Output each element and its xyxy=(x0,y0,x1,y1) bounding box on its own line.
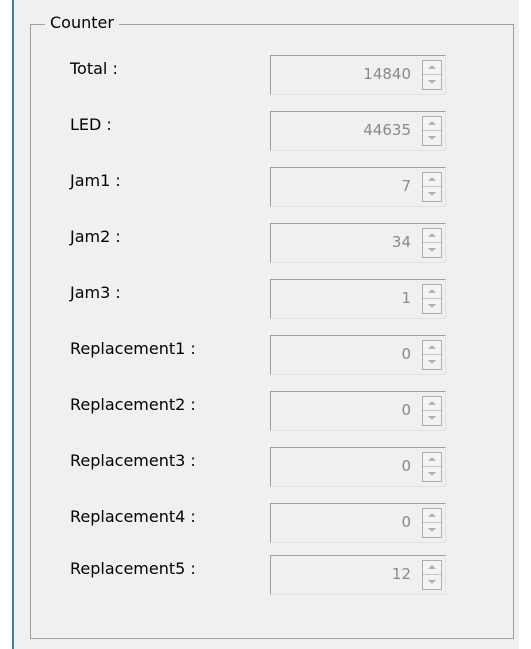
jam1-value[interactable]: 7 xyxy=(401,177,411,195)
replacement1-increment-button[interactable] xyxy=(423,341,441,355)
arrow-down-icon xyxy=(428,304,436,308)
jam1-label: Jam1 : xyxy=(70,171,121,190)
arrow-down-icon xyxy=(428,528,436,532)
jam1-increment-button[interactable] xyxy=(423,173,441,187)
replacement2-label: Replacement2 : xyxy=(70,395,196,414)
total-increment-button[interactable] xyxy=(423,61,441,75)
jam1-decrement-button[interactable] xyxy=(423,187,441,201)
led-decrement-button[interactable] xyxy=(423,131,441,145)
counter-row-replacement3: Replacement3 : 0 xyxy=(0,447,531,493)
jam1-spinner[interactable]: 7 xyxy=(270,167,446,207)
replacement1-label: Replacement1 : xyxy=(70,339,196,358)
replacement1-value[interactable]: 0 xyxy=(401,345,411,363)
arrow-up-icon xyxy=(428,289,436,293)
counter-row-replacement1: Replacement1 : 0 xyxy=(0,335,531,381)
led-increment-button[interactable] xyxy=(423,117,441,131)
replacement1-decrement-button[interactable] xyxy=(423,355,441,369)
arrow-down-icon xyxy=(428,472,436,476)
led-spin-buttons[interactable] xyxy=(422,116,442,146)
arrow-up-icon xyxy=(428,513,436,517)
replacement1-spin-buttons[interactable] xyxy=(422,340,442,370)
arrow-up-icon xyxy=(428,233,436,237)
replacement2-spin-buttons[interactable] xyxy=(422,396,442,426)
counter-row-jam2: Jam2 : 34 xyxy=(0,223,531,269)
replacement5-value[interactable]: 12 xyxy=(392,565,411,583)
arrow-down-icon xyxy=(428,192,436,196)
jam2-spin-buttons[interactable] xyxy=(422,228,442,258)
replacement3-value[interactable]: 0 xyxy=(401,457,411,475)
arrow-down-icon xyxy=(428,248,436,252)
arrow-up-icon xyxy=(428,65,436,69)
counter-row-replacement5: Replacement5 : 12 xyxy=(0,555,531,601)
replacement3-spin-buttons[interactable] xyxy=(422,452,442,482)
arrow-down-icon xyxy=(428,360,436,364)
jam3-spin-buttons[interactable] xyxy=(422,284,442,314)
arrow-down-icon xyxy=(428,136,436,140)
arrow-up-icon xyxy=(428,345,436,349)
replacement4-spinner[interactable]: 0 xyxy=(270,503,446,543)
counter-row-total: Total : 14840 xyxy=(0,55,531,101)
arrow-up-icon xyxy=(428,457,436,461)
arrow-down-icon xyxy=(428,416,436,420)
counter-row-led: LED : 44635 xyxy=(0,111,531,157)
arrow-up-icon xyxy=(428,177,436,181)
jam3-decrement-button[interactable] xyxy=(423,299,441,313)
replacement3-spinner[interactable]: 0 xyxy=(270,447,446,487)
led-label: LED : xyxy=(70,115,112,134)
counter-row-replacement2: Replacement2 : 0 xyxy=(0,391,531,437)
replacement5-decrement-button[interactable] xyxy=(423,575,441,589)
jam2-increment-button[interactable] xyxy=(423,229,441,243)
jam2-spinner[interactable]: 34 xyxy=(270,223,446,263)
counter-group-title: Counter xyxy=(45,13,119,33)
replacement5-spin-buttons[interactable] xyxy=(422,560,442,590)
replacement1-spinner[interactable]: 0 xyxy=(270,335,446,375)
jam2-value[interactable]: 34 xyxy=(392,233,411,251)
arrow-down-icon xyxy=(428,580,436,584)
replacement4-label: Replacement4 : xyxy=(70,507,196,526)
total-spinner[interactable]: 14840 xyxy=(270,55,446,95)
replacement2-spinner[interactable]: 0 xyxy=(270,391,446,431)
arrow-down-icon xyxy=(428,80,436,84)
replacement5-label: Replacement5 : xyxy=(70,559,196,578)
replacement3-decrement-button[interactable] xyxy=(423,467,441,481)
counter-row-replacement4: Replacement4 : 0 xyxy=(0,503,531,549)
replacement2-increment-button[interactable] xyxy=(423,397,441,411)
dialog-window: Counter Total : 14840 LED : 44635 Jam1 :… xyxy=(0,0,531,649)
jam3-label: Jam3 : xyxy=(70,283,121,302)
jam1-spin-buttons[interactable] xyxy=(422,172,442,202)
replacement4-increment-button[interactable] xyxy=(423,509,441,523)
replacement4-decrement-button[interactable] xyxy=(423,523,441,537)
total-label: Total : xyxy=(70,59,118,78)
replacement3-label: Replacement3 : xyxy=(70,451,196,470)
led-value[interactable]: 44635 xyxy=(363,121,411,139)
replacement2-decrement-button[interactable] xyxy=(423,411,441,425)
jam3-increment-button[interactable] xyxy=(423,285,441,299)
replacement4-spin-buttons[interactable] xyxy=(422,508,442,538)
counter-row-jam1: Jam1 : 7 xyxy=(0,167,531,213)
jam2-decrement-button[interactable] xyxy=(423,243,441,257)
arrow-up-icon xyxy=(428,121,436,125)
jam2-label: Jam2 : xyxy=(70,227,121,246)
arrow-up-icon xyxy=(428,565,436,569)
arrow-up-icon xyxy=(428,401,436,405)
total-value[interactable]: 14840 xyxy=(363,65,411,83)
jam3-value[interactable]: 1 xyxy=(401,289,411,307)
led-spinner[interactable]: 44635 xyxy=(270,111,446,151)
replacement5-increment-button[interactable] xyxy=(423,561,441,575)
replacement2-value[interactable]: 0 xyxy=(401,401,411,419)
replacement3-increment-button[interactable] xyxy=(423,453,441,467)
replacement5-spinner[interactable]: 12 xyxy=(270,555,446,595)
total-spin-buttons[interactable] xyxy=(422,60,442,90)
total-decrement-button[interactable] xyxy=(423,75,441,89)
replacement4-value[interactable]: 0 xyxy=(401,513,411,531)
counter-row-jam3: Jam3 : 1 xyxy=(0,279,531,325)
jam3-spinner[interactable]: 1 xyxy=(270,279,446,319)
